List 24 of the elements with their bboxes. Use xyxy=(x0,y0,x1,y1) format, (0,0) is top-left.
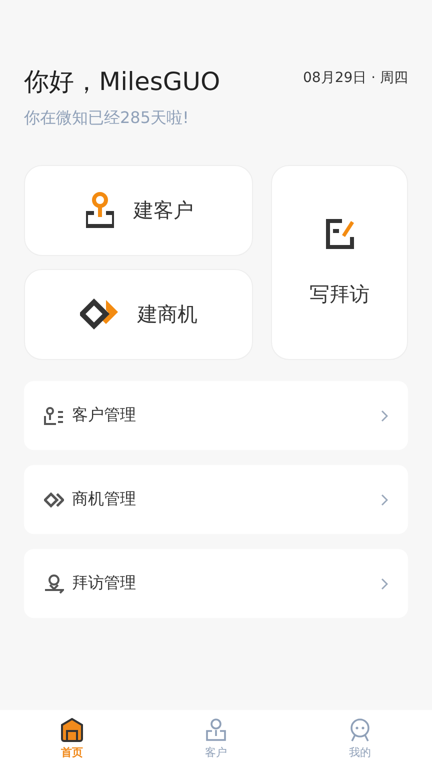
edit-icon xyxy=(324,217,356,251)
contacts-icon xyxy=(44,406,64,424)
person-tray-icon xyxy=(84,192,116,230)
quick-action-card[interactable]: 建客户 xyxy=(24,165,253,256)
quick-action-card[interactable]: 写拜访 xyxy=(271,165,408,360)
days-subtitle: 你在微知已经285天啦! xyxy=(24,108,190,129)
chevron-right-icon xyxy=(381,578,388,590)
chevron-right-icon xyxy=(381,494,388,506)
quick-action-card[interactable]: 建商机 xyxy=(24,269,253,360)
diamonds-icon xyxy=(80,298,120,332)
menu-row[interactable]: 客户管理 xyxy=(24,381,408,450)
home-icon xyxy=(60,718,84,742)
menu-label: 拜访管理 xyxy=(72,573,137,594)
date-text: 08月29日 · 周四 xyxy=(303,69,408,87)
person-tray-icon xyxy=(204,718,228,742)
greeting-title: 你好，MilesGUO xyxy=(24,66,220,98)
smiley-icon xyxy=(348,718,372,742)
location-pin-icon xyxy=(44,574,64,594)
chevron-right-icon xyxy=(381,410,388,422)
menu-label: 商机管理 xyxy=(72,489,137,510)
menu-row[interactable]: 拜访管理 xyxy=(24,549,408,618)
menu-label: 客户管理 xyxy=(72,405,137,426)
diamonds-icon xyxy=(44,492,64,508)
menu-row[interactable]: 商机管理 xyxy=(24,465,408,534)
